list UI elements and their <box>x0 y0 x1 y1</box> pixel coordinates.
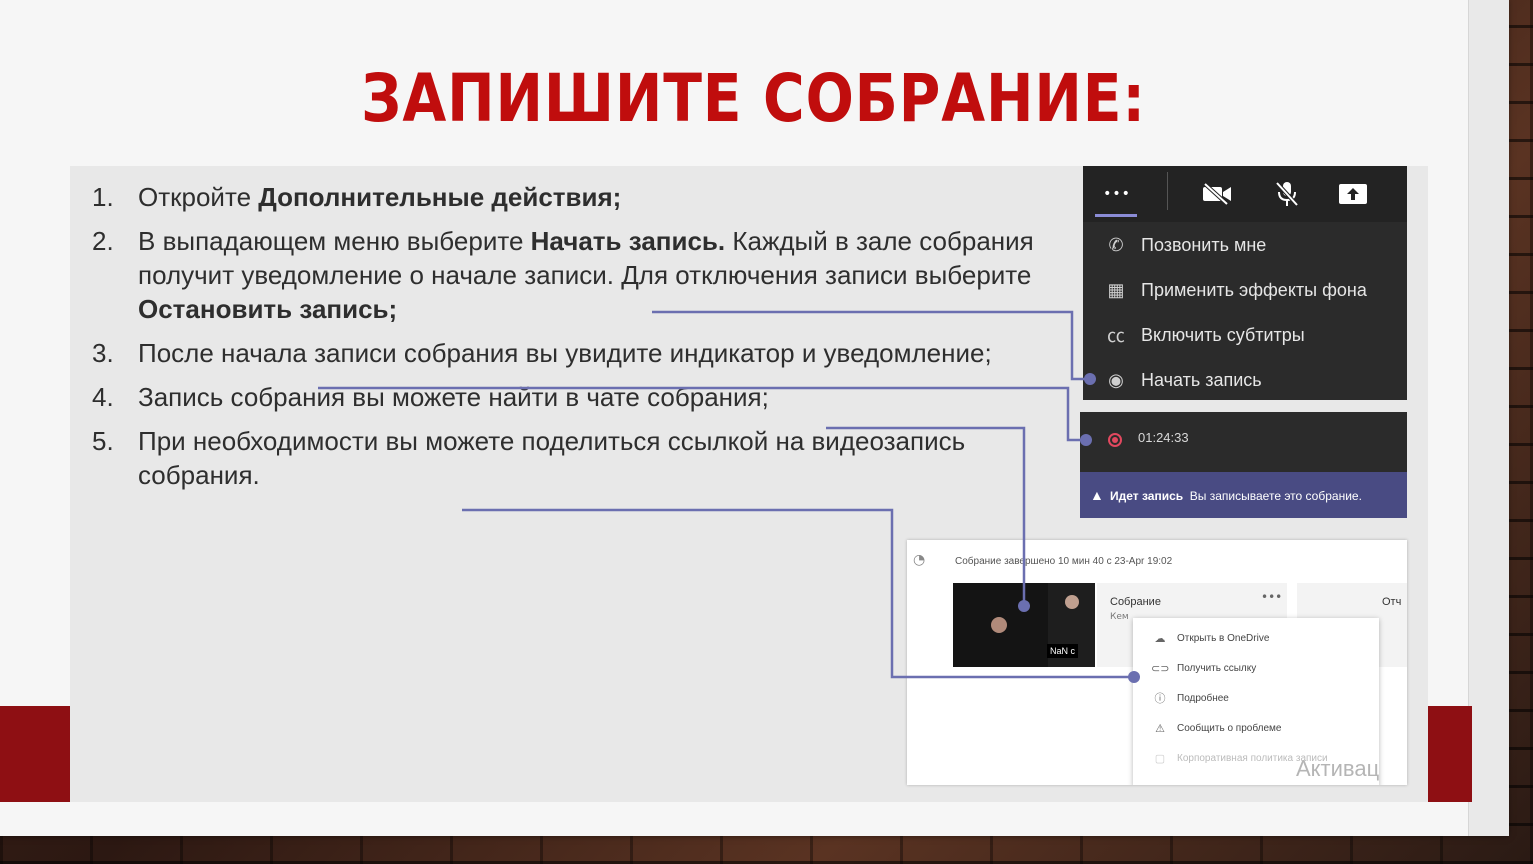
connector-step4 <box>826 426 1026 606</box>
slide: ЗАПИШИТЕ СОБРАНИЕ: 1. Откройте Дополните… <box>0 0 1509 836</box>
connector-step3 <box>318 386 1086 442</box>
connector-lines <box>318 310 1140 683</box>
connector-step2 <box>652 310 1088 381</box>
connector-dot <box>1084 373 1096 385</box>
connector-dot <box>1128 671 1140 683</box>
connector-dot <box>1080 434 1092 446</box>
connector-step5 <box>462 508 1134 679</box>
connector-dot <box>1018 600 1030 612</box>
